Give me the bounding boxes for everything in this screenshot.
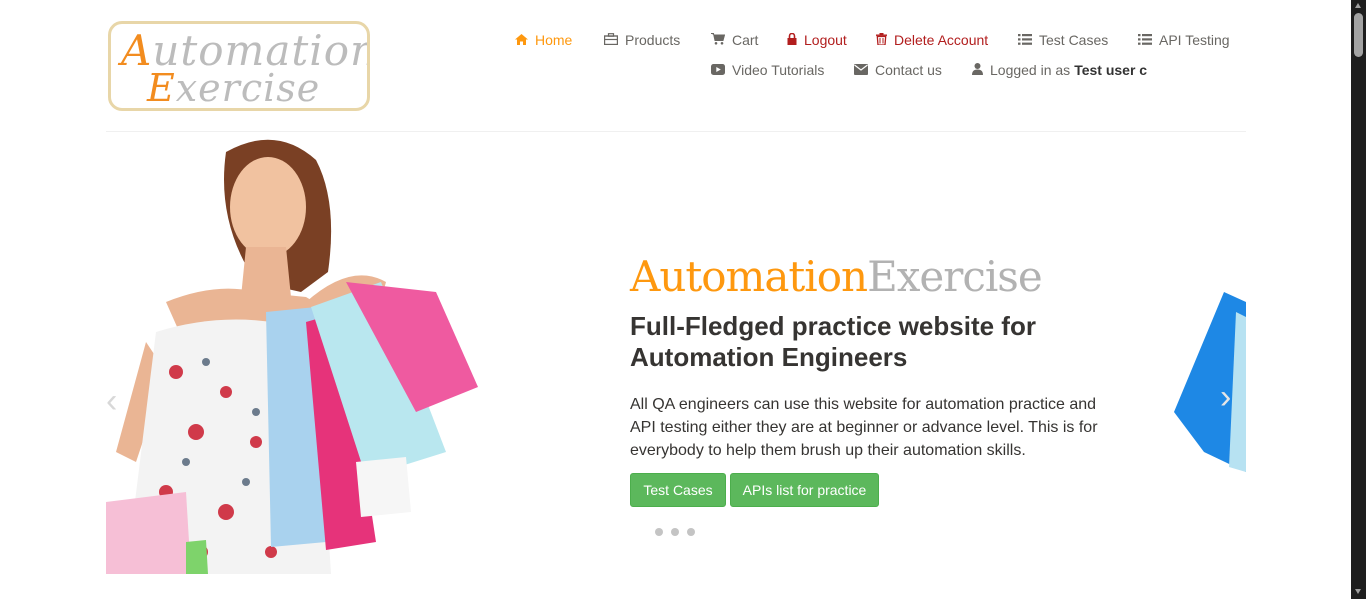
carousel-next-icon[interactable]: › — [1220, 378, 1231, 417]
logo-line-2: Exercise — [147, 66, 321, 110]
hero-description: All QA engineers can use this website fo… — [630, 396, 1098, 459]
list-icon — [1018, 33, 1032, 47]
scroll-up-icon[interactable] — [1355, 3, 1361, 8]
scroll-thumb[interactable] — [1354, 13, 1363, 57]
nav-test-cases[interactable]: Test Cases — [1018, 32, 1108, 48]
nav-contact-us-label: Contact us — [875, 62, 942, 78]
nav-logout[interactable]: Logout — [787, 32, 847, 48]
lock-icon — [787, 32, 797, 47]
envelope-icon — [854, 63, 868, 77]
nav-home[interactable]: Home — [515, 32, 572, 48]
test-cases-button[interactable]: Test Cases — [630, 473, 726, 507]
nav-products[interactable]: Products — [603, 32, 681, 48]
nav-video-tutorials[interactable]: Video Tutorials — [711, 62, 824, 78]
user-icon — [972, 63, 983, 77]
apis-list-button[interactable]: APIs list for practice — [730, 473, 879, 507]
cart-icon — [711, 33, 726, 47]
nav-contact-us[interactable]: Contact us — [854, 62, 942, 78]
carousel-prev-icon[interactable]: ‹ — [106, 382, 117, 421]
youtube-icon — [711, 63, 725, 77]
nav-delete-account-label: Delete Account — [894, 32, 989, 48]
hero-brand-title: AutomationExercise — [630, 252, 1043, 301]
briefcase-icon — [603, 33, 619, 47]
nav-home-label: Home — [535, 32, 573, 48]
hero-blue-bag-image — [1174, 292, 1246, 472]
hero-headline: Full-Fledged practice website for Automa… — [630, 311, 1036, 372]
nav-video-tutorials-label: Video Tutorials — [732, 62, 825, 78]
carousel-indicator-dot[interactable] — [655, 528, 663, 536]
hero-woman-shopping-image — [106, 139, 478, 574]
logged-in-username: Test user c — [1074, 62, 1148, 78]
nav-api-testing-label: API Testing — [1159, 32, 1230, 48]
nav-products-label: Products — [625, 32, 681, 48]
carousel-indicator-dot[interactable] — [671, 528, 679, 536]
logged-in-status: Logged in as Test user c — [972, 62, 1147, 78]
carousel-indicator-dot[interactable] — [687, 528, 695, 536]
list-icon — [1138, 33, 1152, 47]
carousel-indicators — [655, 528, 695, 536]
scrollbar[interactable] — [1351, 0, 1366, 599]
nav-delete-account[interactable]: Delete Account — [876, 32, 988, 48]
nav-logout-label: Logout — [804, 32, 847, 48]
site-logo[interactable]: Automation Exercise — [108, 21, 370, 111]
logged-in-label: Logged in as — [990, 62, 1071, 78]
nav-cart[interactable]: Cart — [711, 32, 758, 48]
trash-icon — [876, 33, 887, 47]
home-icon — [515, 33, 528, 47]
scroll-down-icon[interactable] — [1355, 589, 1361, 594]
nav-api-testing[interactable]: API Testing — [1138, 32, 1230, 48]
nav-test-cases-label: Test Cases — [1039, 32, 1109, 48]
nav-cart-label: Cart — [732, 32, 759, 48]
